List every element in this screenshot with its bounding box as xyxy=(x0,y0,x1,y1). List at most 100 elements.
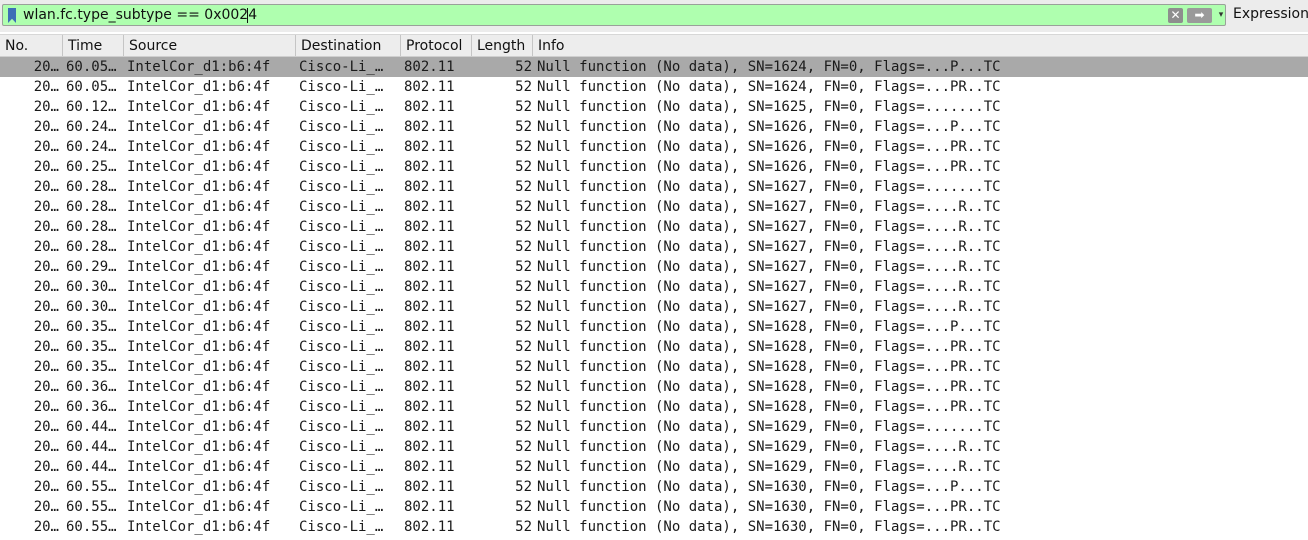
packet-destination: Cisco-Li_… xyxy=(299,199,384,215)
packet-number: 20… xyxy=(33,79,59,95)
packet-protocol: 802.11 xyxy=(404,199,455,215)
table-row[interactable]: 20… 60.05… IntelCor_d1:b6:4f Cisco-Li_… 802.… xyxy=(0,57,1308,77)
table-row[interactable]: 20… 60.35… IntelCor_d1:b6:4f Cisco-Li_… 802.… xyxy=(0,357,1308,377)
packet-source: IntelCor_d1:b6:4f xyxy=(127,499,271,515)
packet-protocol: 802.11 xyxy=(404,159,455,175)
packet-length: 52 xyxy=(515,319,532,335)
packet-length: 52 xyxy=(515,99,532,115)
table-row[interactable]: 20… 60.28… IntelCor_d1:b6:4f Cisco-Li_… 802.… xyxy=(0,217,1308,237)
packet-source: IntelCor_d1:b6:4f xyxy=(127,459,271,475)
table-row[interactable]: 20… 60.24… IntelCor_d1:b6:4f Cisco-Li_… 802.… xyxy=(0,137,1308,157)
packet-length: 52 xyxy=(515,79,532,95)
packet-info: Null function (No data), SN=1629, FN=0, … xyxy=(537,439,1001,455)
table-row[interactable]: 20… 60.24… IntelCor_d1:b6:4f Cisco-Li_… 802.… xyxy=(0,117,1308,137)
packet-number: 20… xyxy=(33,319,59,335)
packet-source: IntelCor_d1:b6:4f xyxy=(127,219,271,235)
clear-filter-icon[interactable]: ✕ xyxy=(1168,8,1183,23)
table-row[interactable]: 20… 60.05… IntelCor_d1:b6:4f Cisco-Li_… 802.… xyxy=(0,77,1308,97)
column-header-time[interactable]: Time xyxy=(63,35,124,56)
packet-info: Null function (No data), SN=1625, FN=0, … xyxy=(537,99,1001,115)
table-row[interactable]: 20… 60.36… IntelCor_d1:b6:4f Cisco-Li_… 802.… xyxy=(0,377,1308,397)
table-row[interactable]: 20… 60.29… IntelCor_d1:b6:4f Cisco-Li_… 802.… xyxy=(0,257,1308,277)
packet-source: IntelCor_d1:b6:4f xyxy=(127,159,271,175)
table-row[interactable]: 20… 60.35… IntelCor_d1:b6:4f Cisco-Li_… 802.… xyxy=(0,337,1308,357)
packet-source: IntelCor_d1:b6:4f xyxy=(127,379,271,395)
table-row[interactable]: 20… 60.44… IntelCor_d1:b6:4f Cisco-Li_… 802.… xyxy=(0,417,1308,437)
packet-info: Null function (No data), SN=1629, FN=0, … xyxy=(537,459,1001,475)
packet-source: IntelCor_d1:b6:4f xyxy=(127,519,271,535)
column-header-no[interactable]: No. xyxy=(0,35,63,56)
table-row[interactable]: 20… 60.28… IntelCor_d1:b6:4f Cisco-Li_… 802.… xyxy=(0,197,1308,217)
packet-protocol: 802.11 xyxy=(404,459,455,475)
packet-destination: Cisco-Li_… xyxy=(299,79,384,95)
packet-destination: Cisco-Li_… xyxy=(299,59,384,75)
packet-protocol: 802.11 xyxy=(404,139,455,155)
packet-protocol: 802.11 xyxy=(404,379,455,395)
expression-button[interactable]: Expression... xyxy=(1233,6,1308,22)
column-header-destination[interactable]: Destination xyxy=(296,35,401,56)
apply-filter-icon[interactable]: ➡ xyxy=(1187,8,1212,23)
table-row[interactable]: 20… 60.12… IntelCor_d1:b6:4f Cisco-Li_… 802.… xyxy=(0,97,1308,117)
packet-number: 20… xyxy=(33,119,59,135)
packet-source: IntelCor_d1:b6:4f xyxy=(127,119,271,135)
packet-length: 52 xyxy=(515,399,532,415)
table-row[interactable]: 20… 60.30… IntelCor_d1:b6:4f Cisco-Li_… 802.… xyxy=(0,277,1308,297)
packet-length: 52 xyxy=(515,339,532,355)
packet-time: 60.28… xyxy=(66,219,117,235)
column-header-info[interactable]: Info xyxy=(533,35,1308,56)
packet-length: 52 xyxy=(515,519,532,535)
packet-source: IntelCor_d1:b6:4f xyxy=(127,59,271,75)
packet-destination: Cisco-Li_… xyxy=(299,339,384,355)
packet-info: Null function (No data), SN=1626, FN=0, … xyxy=(537,119,1001,135)
packet-number: 20… xyxy=(33,59,59,75)
packet-length: 52 xyxy=(515,239,532,255)
packet-info: Null function (No data), SN=1626, FN=0, … xyxy=(537,139,1001,155)
packet-list[interactable]: 20… 60.05… IntelCor_d1:b6:4f Cisco-Li_… 802.… xyxy=(0,57,1308,540)
packet-source: IntelCor_d1:b6:4f xyxy=(127,319,271,335)
column-header-protocol[interactable]: Protocol xyxy=(401,35,472,56)
packet-length: 52 xyxy=(515,419,532,435)
table-row[interactable]: 20… 60.55… IntelCor_d1:b6:4f Cisco-Li_… 802.… xyxy=(0,517,1308,537)
packet-number: 20… xyxy=(33,159,59,175)
bookmark-icon[interactable] xyxy=(8,8,16,23)
packet-number: 20… xyxy=(33,339,59,355)
packet-length: 52 xyxy=(515,439,532,455)
packet-length: 52 xyxy=(515,139,532,155)
packet-protocol: 802.11 xyxy=(404,339,455,355)
table-row[interactable]: 20… 60.28… IntelCor_d1:b6:4f Cisco-Li_… 802.… xyxy=(0,237,1308,257)
packet-number: 20… xyxy=(33,419,59,435)
packet-info: Null function (No data), SN=1627, FN=0, … xyxy=(537,179,1001,195)
packet-list-header: No. Time Source Destination Protocol Len… xyxy=(0,34,1308,57)
table-row[interactable]: 20… 60.35… IntelCor_d1:b6:4f Cisco-Li_… 802.… xyxy=(0,317,1308,337)
display-filter-input[interactable] xyxy=(23,6,1143,24)
packet-info: Null function (No data), SN=1628, FN=0, … xyxy=(537,339,1001,355)
packet-time: 60.24… xyxy=(66,119,117,135)
packet-protocol: 802.11 xyxy=(404,499,455,515)
packet-info: Null function (No data), SN=1627, FN=0, … xyxy=(537,279,1001,295)
packet-number: 20… xyxy=(33,139,59,155)
packet-destination: Cisco-Li_… xyxy=(299,359,384,375)
packet-number: 20… xyxy=(33,299,59,315)
table-row[interactable]: 20… 60.44… IntelCor_d1:b6:4f Cisco-Li_… 802.… xyxy=(0,437,1308,457)
table-row[interactable]: 20… 60.55… IntelCor_d1:b6:4f Cisco-Li_… 802.… xyxy=(0,497,1308,517)
table-row[interactable]: 20… 60.55… IntelCor_d1:b6:4f Cisco-Li_… 802.… xyxy=(0,477,1308,497)
packet-length: 52 xyxy=(515,459,532,475)
packet-destination: Cisco-Li_… xyxy=(299,459,384,475)
packet-number: 20… xyxy=(33,459,59,475)
table-row[interactable]: 20… 60.28… IntelCor_d1:b6:4f Cisco-Li_… 802.… xyxy=(0,177,1308,197)
display-filter-field[interactable]: ✕ ➡ ▾ xyxy=(2,4,1226,26)
packet-protocol: 802.11 xyxy=(404,279,455,295)
packet-number: 20… xyxy=(33,239,59,255)
packet-length: 52 xyxy=(515,279,532,295)
packet-protocol: 802.11 xyxy=(404,419,455,435)
table-row[interactable]: 20… 60.36… IntelCor_d1:b6:4f Cisco-Li_… 802.… xyxy=(0,397,1308,417)
column-header-length[interactable]: Length xyxy=(472,35,533,56)
packet-length: 52 xyxy=(515,159,532,175)
packet-length: 52 xyxy=(515,59,532,75)
table-row[interactable]: 20… 60.25… IntelCor_d1:b6:4f Cisco-Li_… 802.… xyxy=(0,157,1308,177)
table-row[interactable]: 20… 60.44… IntelCor_d1:b6:4f Cisco-Li_… 802.… xyxy=(0,457,1308,477)
column-header-source[interactable]: Source xyxy=(124,35,296,56)
recent-filters-dropdown-icon[interactable]: ▾ xyxy=(1216,9,1226,21)
packet-time: 60.12… xyxy=(66,99,117,115)
table-row[interactable]: 20… 60.30… IntelCor_d1:b6:4f Cisco-Li_… 802.… xyxy=(0,297,1308,317)
